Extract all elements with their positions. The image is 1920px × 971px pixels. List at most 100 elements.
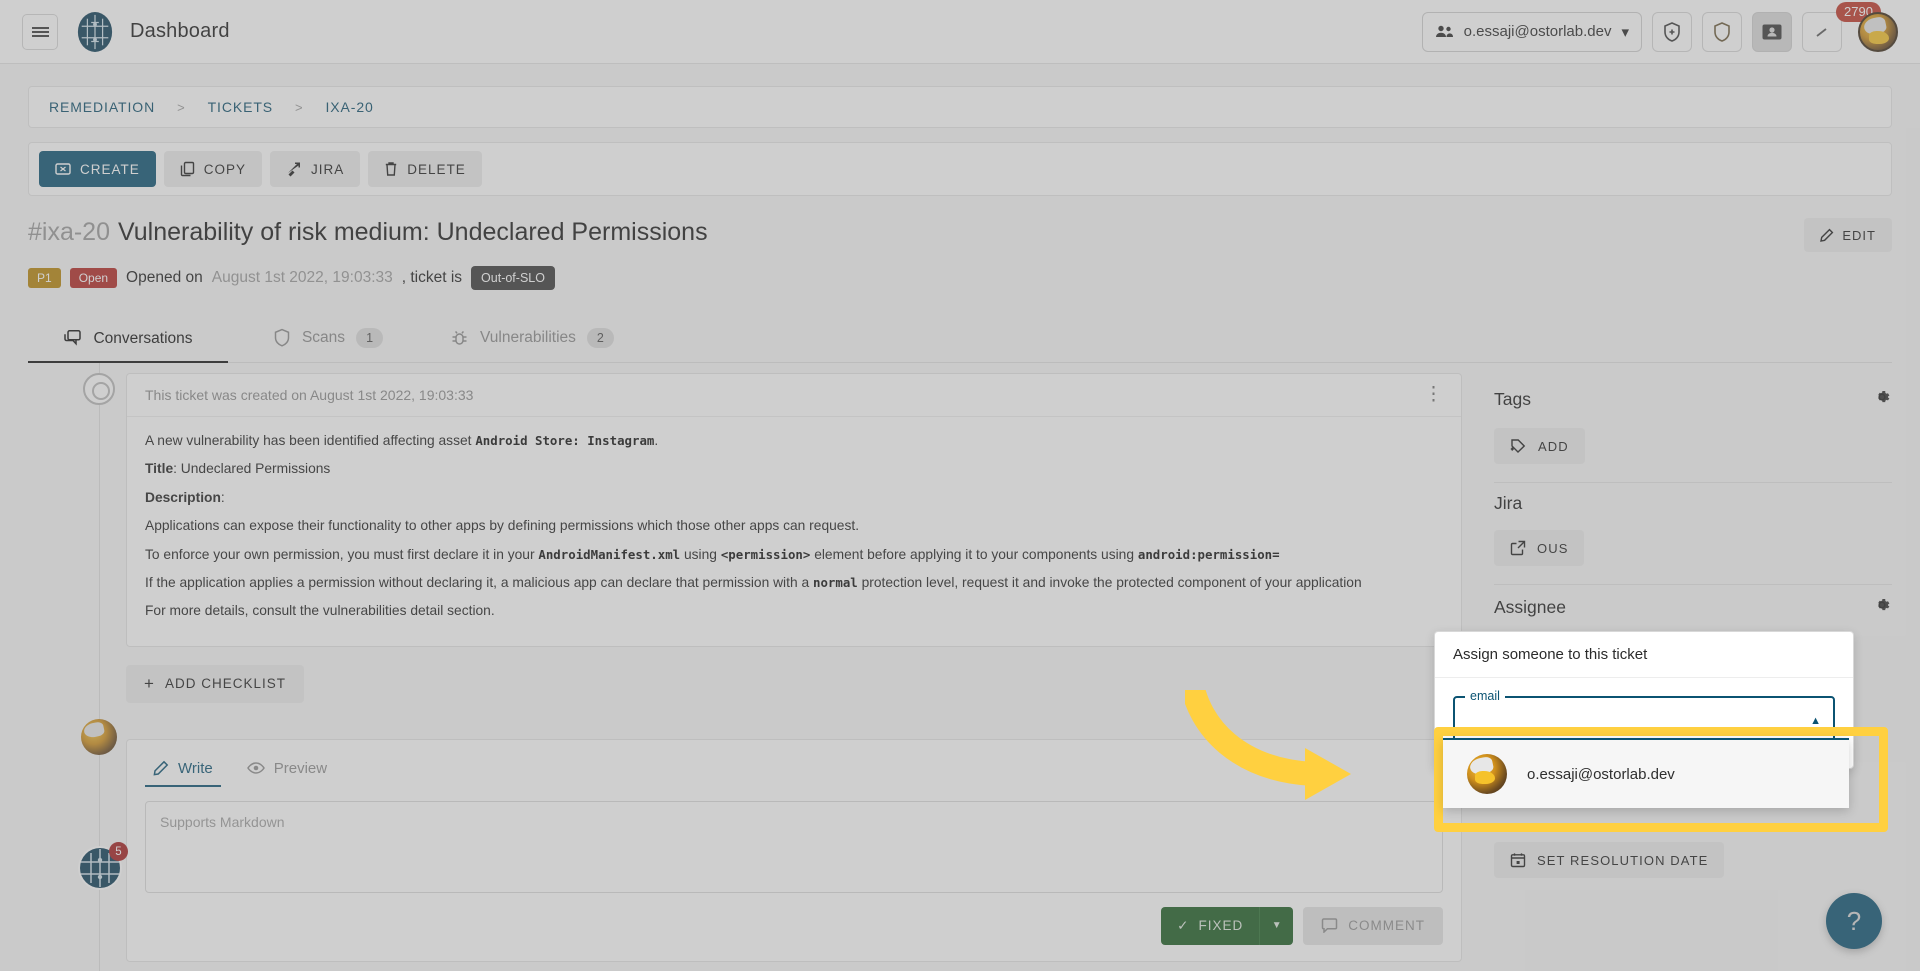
dropdown-option-user[interactable]: o.essaji@ostorlab.dev [1443, 740, 1849, 808]
calendar-icon [1510, 853, 1526, 868]
fixed-dropdown-toggle[interactable]: ▼ [1259, 906, 1294, 945]
tab-write[interactable]: Write [145, 754, 229, 787]
email-field-label: email [1465, 689, 1505, 703]
trash-icon [386, 162, 397, 176]
p3-b: protection level, request it and invoke … [861, 574, 1362, 590]
comment-input[interactable]: Supports Markdown [145, 800, 1443, 893]
help-button[interactable]: ? [1826, 893, 1882, 949]
comment-icon [1322, 918, 1338, 934]
body-paragraph-3: If the application applies a permission … [145, 572, 1443, 593]
jira-title: Jira [1494, 493, 1523, 513]
title-label: Title [145, 461, 174, 477]
chevron-up-icon[interactable]: ▲ [1810, 715, 1821, 727]
ticket-title: Vulnerability of risk medium: Undeclared… [118, 218, 708, 246]
comment-button-label: COMMENT [1348, 918, 1425, 934]
conversation-card: This ticket was created on August 1st 20… [126, 373, 1462, 647]
user-avatar [1467, 754, 1507, 794]
page-title: Dashboard [130, 20, 230, 42]
more-vertical-icon[interactable]: ⋮ [1424, 385, 1443, 404]
tags-title: Tags [1494, 389, 1531, 409]
body-paragraph-2: To enforce your own permission, you must… [145, 544, 1443, 565]
permission-tag-code: <permission> [720, 546, 811, 562]
organization-selector[interactable]: o.essaji@ostorlab.dev ▾ [1421, 11, 1642, 52]
bug-icon [452, 330, 467, 345]
breadcrumb-item-tickets[interactable]: TICKETS [208, 99, 273, 115]
chevron-down-icon: ▾ [1621, 23, 1629, 41]
copy-icon [180, 161, 194, 177]
dropdown-option-label: o.essaji@ostorlab.dev [1527, 765, 1675, 783]
check-icon: ✓ [1177, 917, 1190, 933]
body-line-1: A new vulnerability has been identified … [145, 430, 1443, 451]
pen-icon[interactable] [1802, 11, 1842, 52]
add-checklist-label: ADD CHECKLIST [164, 676, 286, 692]
gear-icon[interactable] [1872, 595, 1892, 620]
edit-button-label: EDIT [1842, 227, 1876, 243]
breadcrumb-item-remediation[interactable]: REMEDIATION [49, 99, 155, 115]
assignee-header: Assignee [1494, 595, 1892, 620]
line1-post: . [654, 433, 659, 448]
add-checklist-button[interactable]: + ADD CHECKLIST [126, 664, 304, 703]
gear-icon[interactable] [1872, 387, 1892, 412]
tab-vulnerabilities[interactable]: Vulnerabilities 2 [428, 316, 636, 362]
p2-a: To enforce your own permission, you must… [145, 546, 535, 562]
shield-plus-icon[interactable] [1652, 11, 1692, 52]
conversation-column: 5 This ticket was created on August 1st … [28, 363, 1462, 971]
content-area: REMEDIATION > TICKETS > IXA-20 CREATE CO… [0, 64, 1920, 971]
asset-code: Android Store: Instagram [475, 433, 655, 448]
jira-ous-button[interactable]: OUS [1494, 530, 1585, 566]
p2-b: using [683, 546, 717, 562]
app-page: Dashboard o.essaji@ostorlab.dev ▾ 2790 R… [0, 0, 1920, 971]
composer-tabs: Write Preview [145, 754, 1443, 787]
timeline-logo-badge: 5 [109, 842, 128, 861]
breadcrumb-item-current[interactable]: IXA-20 [326, 99, 374, 115]
manifest-code: AndroidManifest.xml [538, 546, 681, 562]
ticket-tabs: Conversations Scans 1 Vulnerabilities 2 [28, 316, 1892, 363]
edit-button[interactable]: EDIT [1804, 218, 1892, 252]
ticket-id: #ixa-20 [28, 218, 110, 246]
user-avatar[interactable] [1858, 11, 1898, 52]
tab-scans[interactable]: Scans 1 [228, 316, 428, 362]
set-resolution-date-label: SET RESOLUTION DATE [1537, 852, 1709, 868]
android-permission-code: android:permission= [1137, 546, 1280, 562]
status-badge: Open [69, 268, 118, 288]
chevron-down-icon: ▼ [1271, 920, 1282, 932]
assignee-popover-heading: Assign someone to this ticket [1435, 632, 1853, 678]
hamburger-bar [31, 34, 49, 37]
jira-button[interactable]: JIRA [270, 151, 361, 187]
shield-icon [274, 328, 290, 347]
add-tag-button[interactable]: ADD [1494, 428, 1585, 464]
opened-date: August 1st 2022, 19:03:33 [211, 269, 393, 286]
shield-icon[interactable] [1702, 11, 1742, 52]
create-button[interactable]: CREATE [39, 151, 156, 187]
eye-icon [246, 762, 265, 774]
fixed-button[interactable]: ✓ FIXED [1161, 906, 1260, 945]
body-description-label-line: Description: [145, 487, 1443, 508]
avatar[interactable]: 2790 [1836, 1, 1898, 52]
comment-button[interactable]: COMMENT [1303, 906, 1443, 945]
action-toolbar: CREATE COPY JIRA DELETE [28, 142, 1892, 196]
set-resolution-date-button[interactable]: SET RESOLUTION DATE [1494, 842, 1725, 878]
assignee-title: Assignee [1494, 597, 1566, 617]
ticket-title-row: #ixa-20 Vulnerability of risk medium: Un… [28, 218, 1892, 252]
copy-button[interactable]: COPY [163, 151, 263, 187]
delete-button[interactable]: DELETE [368, 151, 482, 187]
breadcrumb-separator: > [295, 99, 304, 115]
body-paragraph-4: For more details, consult the vulnerabil… [145, 603, 495, 619]
ticket-meta-row: P1 Open Opened on August 1st 2022, 19:03… [28, 266, 1892, 290]
ticket-icon [55, 163, 71, 175]
chat-icon [64, 330, 82, 346]
opened-prefix: Opened on [126, 269, 203, 286]
line1-pre: A new vulnerability has been identified … [145, 433, 472, 448]
add-tag-label: ADD [1538, 438, 1569, 454]
priority-badge: P1 [28, 268, 61, 288]
tab-count: 1 [356, 328, 384, 348]
people-icon [1435, 25, 1453, 37]
tags-header: Tags [1494, 387, 1892, 412]
created-note: This ticket was created on August 1st 20… [145, 387, 474, 403]
copy-button-label: COPY [203, 161, 247, 177]
tab-conversations[interactable]: Conversations [28, 317, 228, 363]
tags-section: Tags ADD [1494, 377, 1892, 483]
tab-preview[interactable]: Preview [239, 754, 343, 787]
id-card-icon[interactable] [1752, 11, 1792, 52]
hamburger-icon[interactable] [22, 13, 58, 50]
